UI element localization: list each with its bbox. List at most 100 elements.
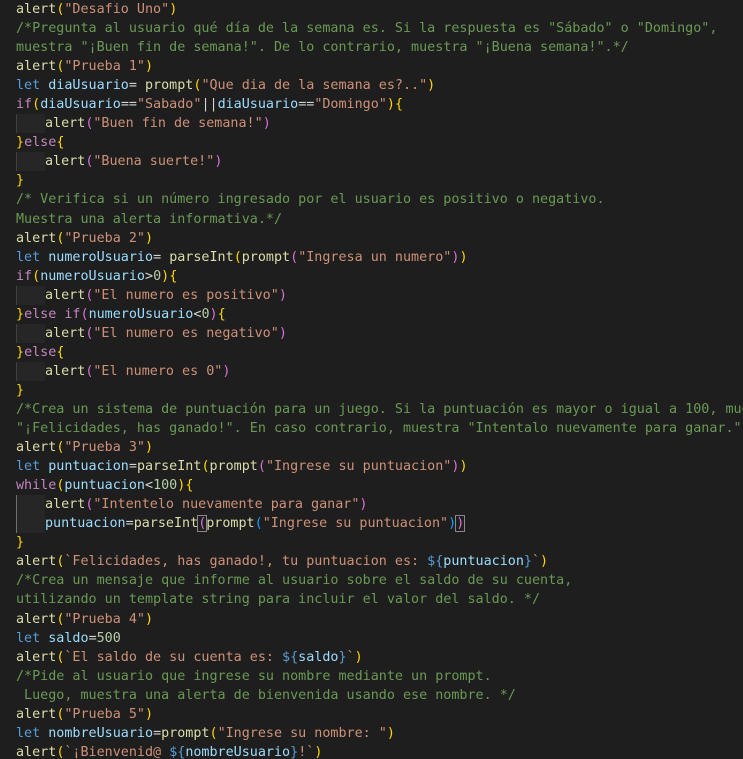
indent-guide <box>16 285 45 305</box>
code-token: 0 <box>201 306 210 322</box>
code-token: numeroUsuario <box>88 306 194 322</box>
code-token: numeroUsuario <box>48 249 154 265</box>
code-line[interactable]: alert("El numero es positivo") <box>16 285 743 305</box>
code-line[interactable]: /*Pide al usuario que ingrese su nombre … <box>16 667 743 686</box>
code-token: ( <box>290 249 299 265</box>
code-line[interactable]: } <box>16 171 743 190</box>
code-line[interactable]: } <box>16 381 743 400</box>
code-token: let <box>16 78 49 94</box>
code-token: "Prueba 2" <box>64 230 145 246</box>
code-line[interactable]: /*Crea un sistema de puntuación para un … <box>16 400 743 419</box>
code-line[interactable]: let puntuacion=parseInt(prompt("Ingrese … <box>16 457 743 476</box>
code-token: "Domingo" <box>314 97 387 113</box>
code-line[interactable]: muestra "¡Buen fin de semana!". De lo co… <box>16 38 743 57</box>
code-line[interactable]: alert(`¡Bienvenid@ ${nombreUsuario}!`) <box>16 743 743 759</box>
code-token: } <box>16 382 25 398</box>
code-token: = <box>128 459 137 475</box>
code-line[interactable]: alert("Prueba 1") <box>16 57 743 76</box>
code-token: } <box>16 535 25 551</box>
code-token: puntuacion <box>48 459 129 475</box>
code-line[interactable]: alert(`Felicidades, has ganado!, tu punt… <box>16 552 743 571</box>
code-line[interactable]: alert("Prueba 4") <box>16 610 743 629</box>
code-line[interactable]: utilizando un template string para inclu… <box>16 590 743 609</box>
code-token: ) <box>459 249 468 265</box>
code-line[interactable]: alert("Desafio Uno") <box>16 0 743 19</box>
code-line[interactable]: /*Crea un mensaje que informe al usuario… <box>16 571 743 590</box>
code-token: diaUsuario <box>217 97 299 113</box>
code-token: numeroUsuario <box>40 268 145 284</box>
code-token: alert <box>16 744 57 759</box>
code-token: muestra "¡Buen fin de semana!". De lo co… <box>16 40 629 56</box>
code-token: let <box>16 459 49 475</box>
code-token: prompt <box>161 725 210 741</box>
code-token: alert <box>16 440 57 456</box>
code-token: if <box>16 97 33 113</box>
code-token: alert <box>16 554 57 570</box>
code-token: "Que dia de la semana es?.." <box>201 78 428 94</box>
code-line[interactable]: alert("Prueba 2") <box>16 229 743 248</box>
code-line[interactable]: let saldo=500 <box>16 629 743 648</box>
code-line[interactable]: let nombreUsuario=prompt("Ingrese su nom… <box>16 724 743 743</box>
code-token: "Ingrese su puntuacion" <box>262 516 449 532</box>
code-line[interactable]: if(diaUsuario=="Sabado"||diaUsuario=="Do… <box>16 95 743 114</box>
code-token: alert <box>45 116 86 132</box>
code-token: let <box>16 630 49 646</box>
code-token: utilizando un template string para inclu… <box>16 592 541 608</box>
code-line[interactable]: while(puntuacion<100){ <box>16 476 743 495</box>
code-line[interactable]: alert("Intentelo nuevamente para ganar") <box>16 495 743 515</box>
code-line[interactable]: Luego, muestra una alerta de bienvenida … <box>16 686 743 705</box>
code-token: < <box>145 478 154 494</box>
code-line[interactable]: alert("Buen fin de semana!") <box>16 114 743 134</box>
code-line[interactable]: let diaUsuario= prompt("Que dia de la se… <box>16 76 743 95</box>
code-line[interactable]: puntuacion=parseInt(prompt("Ingrese su p… <box>16 514 743 534</box>
code-line[interactable]: "¡Felicidades, has ganado!". En caso con… <box>16 419 743 438</box>
code-token: `¡Bienvenid@ <box>64 744 170 759</box>
code-line[interactable]: Muestra una alerta informativa.*/ <box>16 210 743 229</box>
code-editor[interactable]: alert("Desafio Uno")/*Pregunta al usuari… <box>0 0 743 759</box>
code-token: "Intentelo nuevamente para ganar" <box>93 497 360 513</box>
code-token: ${ <box>169 744 186 759</box>
code-line[interactable]: alert("El numero es negativo") <box>16 323 743 343</box>
code-line[interactable]: /* Verifica si un número ingresado por e… <box>16 190 743 209</box>
code-token: "Ingrese su puntuacion" <box>265 459 452 475</box>
code-token: } <box>290 744 299 759</box>
code-line[interactable]: }else{ <box>16 133 743 152</box>
code-token: "¡Felicidades, has ganado!". En caso con… <box>16 421 743 437</box>
code-token: > <box>145 268 154 284</box>
code-token: prompt <box>209 459 258 475</box>
code-line[interactable]: alert("Buena suerte!") <box>16 152 743 172</box>
code-token: saldo <box>48 630 89 646</box>
indent-guide <box>16 514 45 534</box>
code-line[interactable]: let numeroUsuario= parseInt(prompt("Ingr… <box>16 248 743 267</box>
code-line[interactable]: alert(`El saldo de su cuenta es: ${saldo… <box>16 648 743 667</box>
code-token: "El numero es negativo" <box>93 325 279 341</box>
code-line[interactable]: }else if(numeroUsuario<0){ <box>16 305 743 324</box>
indent-guide <box>16 495 45 515</box>
code-token: = <box>153 249 170 265</box>
code-line[interactable]: if(numeroUsuario>0){ <box>16 267 743 286</box>
code-token: "Ingrese su nombre: " <box>217 725 387 741</box>
code-token: diaUsuario <box>48 78 129 94</box>
code-token: ) <box>278 287 287 303</box>
code-token: /*Crea un mensaje que informe al usuario… <box>16 573 573 589</box>
code-line[interactable]: alert("Prueba 5") <box>16 705 743 724</box>
code-token: Muestra una alerta informativa.*/ <box>16 211 283 227</box>
code-line[interactable]: alert("El numero es 0") <box>16 361 743 381</box>
code-token: 0 <box>153 268 162 284</box>
code-line[interactable]: /*Pregunta al usuario qué día de la sema… <box>16 19 743 38</box>
code-token: alert <box>45 287 86 303</box>
code-token: /*Crea un sistema de puntuación para un … <box>16 401 743 417</box>
indent-guide <box>16 152 45 172</box>
code-token: let <box>16 249 49 265</box>
code-line[interactable]: } <box>16 533 743 552</box>
code-token: alert <box>45 363 86 379</box>
code-token: { <box>56 135 65 151</box>
code-token: prompt <box>145 78 194 94</box>
code-line[interactable]: alert("Prueba 3") <box>16 438 743 457</box>
code-token: ) <box>145 611 154 627</box>
code-token: ( <box>209 725 218 741</box>
code-token: alert <box>45 154 86 170</box>
code-line[interactable]: }else{ <box>16 343 743 362</box>
code-token: else <box>24 135 57 151</box>
code-token: alert <box>16 706 57 722</box>
